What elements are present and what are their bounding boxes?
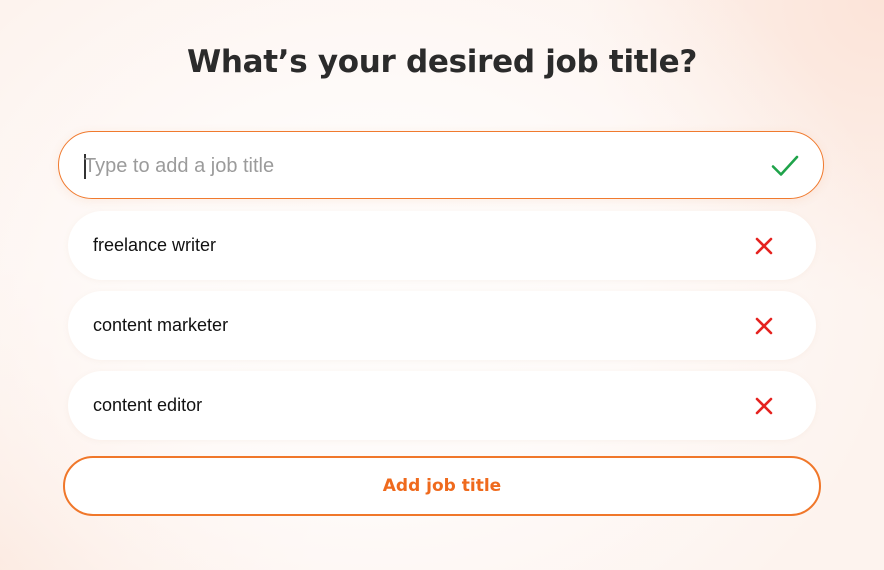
list-item: content marketer bbox=[68, 291, 816, 360]
close-icon bbox=[755, 317, 773, 335]
job-title-list: freelance writer content marketer conten… bbox=[68, 211, 816, 451]
close-icon bbox=[755, 397, 773, 415]
remove-button[interactable] bbox=[755, 397, 773, 415]
job-title-input[interactable] bbox=[84, 146, 744, 186]
job-title-label: freelance writer bbox=[93, 235, 217, 255]
job-title-label: content marketer bbox=[93, 315, 229, 335]
close-icon bbox=[755, 237, 773, 255]
page-title: What’s your desired job title? bbox=[186, 44, 698, 80]
job-title-label: content editor bbox=[93, 395, 203, 415]
remove-button[interactable] bbox=[755, 317, 773, 335]
check-icon bbox=[771, 155, 799, 176]
job-title-search-field[interactable] bbox=[58, 131, 824, 199]
add-job-title-button[interactable]: Add job title bbox=[63, 456, 821, 516]
list-item: content editor bbox=[68, 371, 816, 440]
confirm-button[interactable] bbox=[771, 153, 799, 179]
list-item: freelance writer bbox=[68, 211, 816, 280]
remove-button[interactable] bbox=[755, 237, 773, 255]
